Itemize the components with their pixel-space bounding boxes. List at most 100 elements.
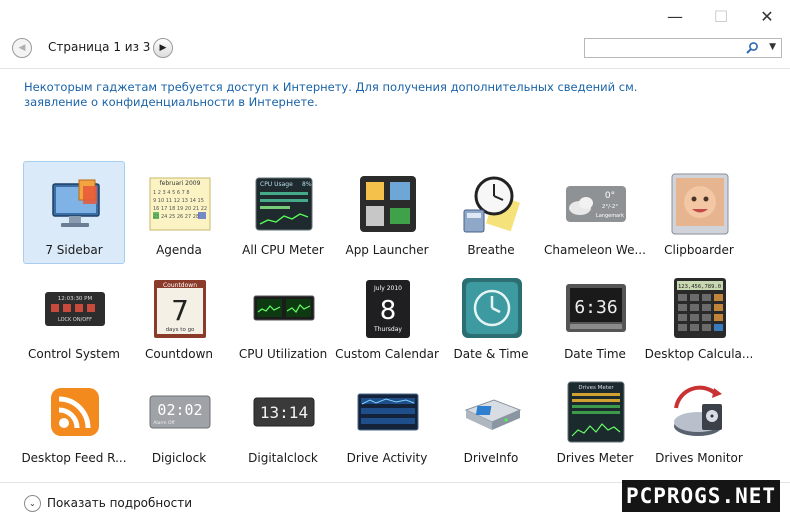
digiclock-sub: Alarm Off [153, 420, 175, 426]
maximize-button: ☐ [713, 6, 729, 26]
cpu-usage-percent: 8% [302, 181, 312, 188]
gadget-label: Drive Activity [346, 451, 428, 465]
control-lock: LOCK ON/OFF [58, 317, 92, 323]
gadget-label: Drives Meter [556, 451, 634, 465]
gadget-tile-drives-meter[interactable]: Drives Meter Drives Meter [544, 369, 646, 472]
calc-display: 123,456,789.0 [678, 284, 721, 290]
gadget-tile-date-time-flip[interactable]: 6:36 Date Time [544, 265, 646, 368]
control-panel-icon: 12:03:30 PM LOCK ON/OFF [45, 292, 105, 326]
weather-temp: 0° [605, 191, 615, 201]
cpu-graph-icon [253, 295, 315, 321]
svg-text:16 17 18 19 20 21 22: 16 17 18 19 20 21 22 [153, 206, 207, 212]
gadget-tile-app-launcher[interactable]: App Launcher [336, 161, 438, 264]
calendar-icon: februari 2009 1 2 3 4 5 6 7 8 9 10 11 12… [149, 177, 211, 231]
custom-calendar-icon: July 2010 8 Thursday [366, 280, 410, 338]
gadget-tile-countdown[interactable]: Countdown 7 days to go Countdown [128, 265, 230, 368]
countdown-sub: days to go [166, 327, 195, 333]
toolbar-divider [0, 68, 790, 69]
weather-city: Langemark [596, 213, 624, 219]
digital-clock-icon: 13:14 [253, 397, 315, 427]
next-page-button[interactable]: ▶ [153, 38, 173, 58]
gadget-tile-control-system[interactable]: 12:03:30 PM LOCK ON/OFF Control System [23, 265, 125, 368]
gadget-label: Date & Time [453, 347, 529, 361]
gadget-label: Drives Monitor [655, 451, 743, 465]
gadget-tile-chameleon-weather[interactable]: 0° 2°/-2° Langemark Chameleon We... [544, 161, 646, 264]
gadget-label: Countdown [144, 347, 213, 361]
cpu-meter-icon: CPU Usage 8% [255, 177, 313, 231]
gadget-label: Digiclock [151, 451, 207, 465]
gadget-tile-digitalclock[interactable]: 13:14 Digitalclock [232, 369, 334, 472]
monitor-icon [52, 179, 100, 227]
show-details-label[interactable]: Показать подробности [47, 496, 192, 510]
drives-monitor-icon [674, 385, 722, 436]
gadget-label: CPU Utilization [238, 347, 328, 361]
watermark: PCPROGS.NET [622, 480, 780, 512]
gadget-tile-digiclock[interactable]: 02:02 Alarm Off Digiclock [128, 369, 230, 472]
control-time: 12:03:30 PM [58, 296, 93, 302]
chevron-down-icon: ⌄ [29, 499, 36, 508]
weather-range: 2°/-2° [602, 204, 619, 210]
minimize-button[interactable]: — [652, 0, 698, 32]
gadget-label: Custom Calendar [335, 347, 439, 361]
gadget-label: Breathe [467, 243, 515, 257]
digiclock-time: 02:02 [157, 401, 202, 419]
svg-text:9 10 11 12 13 14 15: 9 10 11 12 13 14 15 [153, 198, 204, 204]
gadget-label: All CPU Meter [242, 243, 324, 257]
gadget-label: Digitalclock [248, 451, 318, 465]
cal-day: 8 [380, 296, 397, 326]
gadget-tile-cpu-utilization[interactable]: CPU Utilization [232, 265, 334, 368]
gadget-tile-driveinfo[interactable]: DriveInfo [440, 369, 542, 472]
prev-page-button: ◀ [12, 38, 32, 58]
gadget-tile-custom-calendar[interactable]: July 2010 8 Thursday Custom Calendar [335, 265, 439, 368]
cpu-usage-title: CPU Usage [260, 181, 293, 188]
gadget-tile-all-cpu-meter[interactable]: CPU Usage 8% All CPU Meter [232, 161, 334, 264]
page-indicator: Страница 1 из 3 [48, 40, 151, 54]
gadget-label: Desktop Calcula... [644, 347, 754, 361]
svg-text:1 2 3 4 5 6 7 8: 1 2 3 4 5 6 7 8 [153, 190, 190, 196]
gadget-tile-desktop-calculator[interactable]: 123,456,789.0 Desktop Calcula... [645, 265, 753, 368]
show-details-toggle[interactable]: ⌄ [24, 495, 41, 512]
search-input[interactable]: ▼ [584, 38, 782, 58]
gadget-tile-breathe[interactable]: Breathe [440, 161, 542, 264]
internet-notice-link[interactable]: Некоторым гаджетам требуется доступ к Ин… [24, 80, 664, 110]
gadget-label: Control System [28, 347, 120, 361]
gadget-label: Chameleon We... [544, 243, 646, 257]
close-button[interactable]: ✕ [744, 0, 790, 32]
gadget-label: Agenda [156, 243, 202, 257]
gadget-tile-7-sidebar[interactable]: 7 Sidebar [23, 161, 125, 264]
gadget-tile-date-time[interactable]: Date & Time [440, 265, 542, 368]
drives-meter-icon: Drives Meter [567, 381, 625, 443]
calculator-icon: 123,456,789.0 [674, 278, 726, 338]
date-time-clock-icon [462, 278, 522, 338]
chevron-right-icon: ▶ [159, 43, 167, 53]
gadget-label: App Launcher [345, 243, 429, 257]
agenda-month: februari 2009 [160, 180, 201, 187]
drive-activity-icon [357, 393, 419, 431]
chevron-left-icon: ◀ [18, 43, 26, 53]
baby-photo-icon [671, 173, 729, 235]
gadget-label: Date Time [564, 347, 626, 361]
weather-icon: 0° 2°/-2° Langemark [566, 186, 626, 222]
digiclock-icon: 02:02 Alarm Off [149, 395, 211, 429]
search-icon[interactable] [745, 41, 759, 55]
gadget-tile-desktop-feed-reader[interactable]: Desktop Feed R... [21, 369, 127, 472]
gadget-tile-agenda[interactable]: februari 2009 1 2 3 4 5 6 7 8 9 10 11 12… [128, 161, 230, 264]
svg-text:23 24 25 26 27 28: 23 24 25 26 27 28 [153, 214, 199, 220]
digital-time: 13:14 [260, 403, 308, 422]
cal-month: July 2010 [373, 285, 402, 292]
toolbar: ◀ Страница 1 из 3 ▶ ▼ [0, 36, 790, 62]
drives-meter-title: Drives Meter [578, 385, 614, 391]
cal-weekday: Thursday [373, 326, 402, 333]
gadget-label: 7 Sidebar [45, 243, 103, 257]
countdown-title: Countdown [163, 282, 197, 289]
gadget-label: DriveInfo [463, 451, 519, 465]
rss-icon [51, 388, 99, 436]
app-launcher-icon [360, 176, 416, 232]
search-dropdown-icon[interactable]: ▼ [769, 42, 776, 52]
gadget-tile-drive-activity[interactable]: Drive Activity [336, 369, 438, 472]
gadget-tile-clipboarder[interactable]: Clipboarder [648, 161, 750, 264]
gadget-tile-drives-monitor[interactable]: Drives Monitor [648, 369, 750, 472]
gadget-label: Desktop Feed R... [21, 451, 127, 465]
flip-time: 6:36 [574, 297, 617, 318]
countdown-number: 7 [171, 294, 189, 327]
